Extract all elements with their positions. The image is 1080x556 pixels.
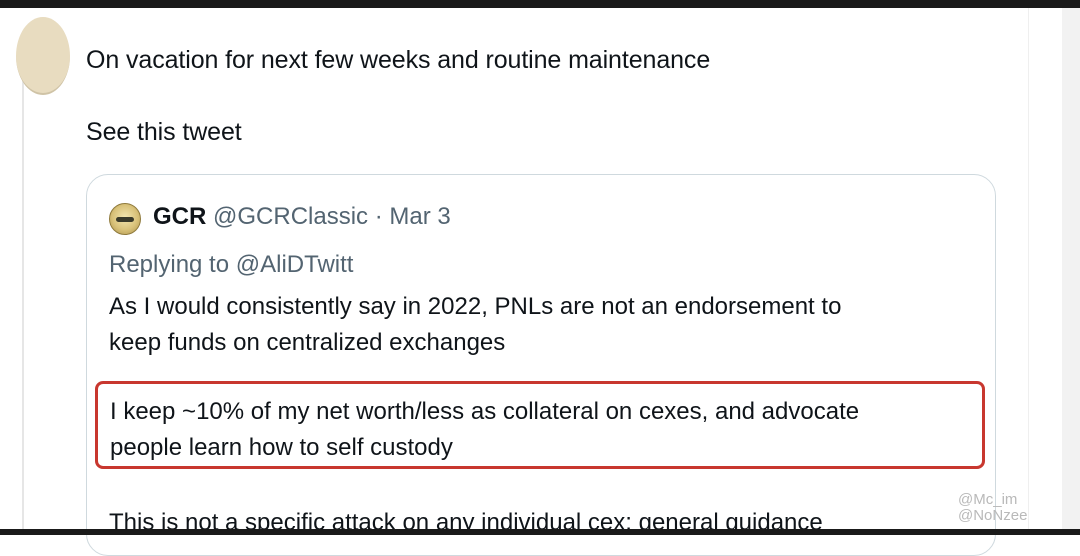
watermark: @Mc_im @NoNzee bbox=[958, 492, 1027, 524]
author-avatar[interactable] bbox=[16, 17, 70, 95]
watermark-line: @Mc_im bbox=[958, 491, 1018, 508]
replying-to-label[interactable]: Replying to @AliDTwitt bbox=[109, 251, 353, 279]
highlighted-text-line: people learn how to self custody bbox=[110, 434, 453, 461]
top-frame-bar bbox=[0, 0, 1080, 8]
right-edge-panel bbox=[1062, 8, 1080, 529]
red-highlight-box: I keep ~10% of my net worth/less as coll… bbox=[95, 381, 985, 469]
quoted-author-handle[interactable]: @GCRClassic bbox=[213, 203, 368, 230]
header-separator: · bbox=[374, 203, 383, 230]
quoted-text-line: keep funds on centralized exchanges bbox=[109, 329, 506, 356]
watermark-line: @NoNzee bbox=[958, 507, 1028, 524]
quoted-text-line: As I would consistently say in 2022, PNL… bbox=[109, 293, 842, 320]
tweet-text-line: See this tweet bbox=[86, 118, 242, 146]
quoted-tweet-header: GCR @GCRClassic · Mar 3 bbox=[153, 203, 451, 231]
tweet-text-line: On vacation for next few weeks and routi… bbox=[86, 46, 711, 74]
quoted-author-avatar[interactable] bbox=[109, 203, 141, 235]
quoted-text-line: This is not a specific attack on any ind… bbox=[109, 509, 823, 536]
highlighted-text-line: I keep ~10% of my net worth/less as coll… bbox=[110, 398, 860, 425]
column-divider bbox=[1028, 8, 1029, 529]
quoted-tweet-card[interactable]: GCR @GCRClassic · Mar 3 Replying to @Ali… bbox=[86, 174, 996, 556]
quoted-tweet-date[interactable]: Mar 3 bbox=[389, 203, 450, 230]
bottom-frame-bar bbox=[0, 529, 1080, 535]
quoted-author-name[interactable]: GCR bbox=[153, 203, 206, 230]
thread-connector-line bbox=[16, 17, 70, 529]
